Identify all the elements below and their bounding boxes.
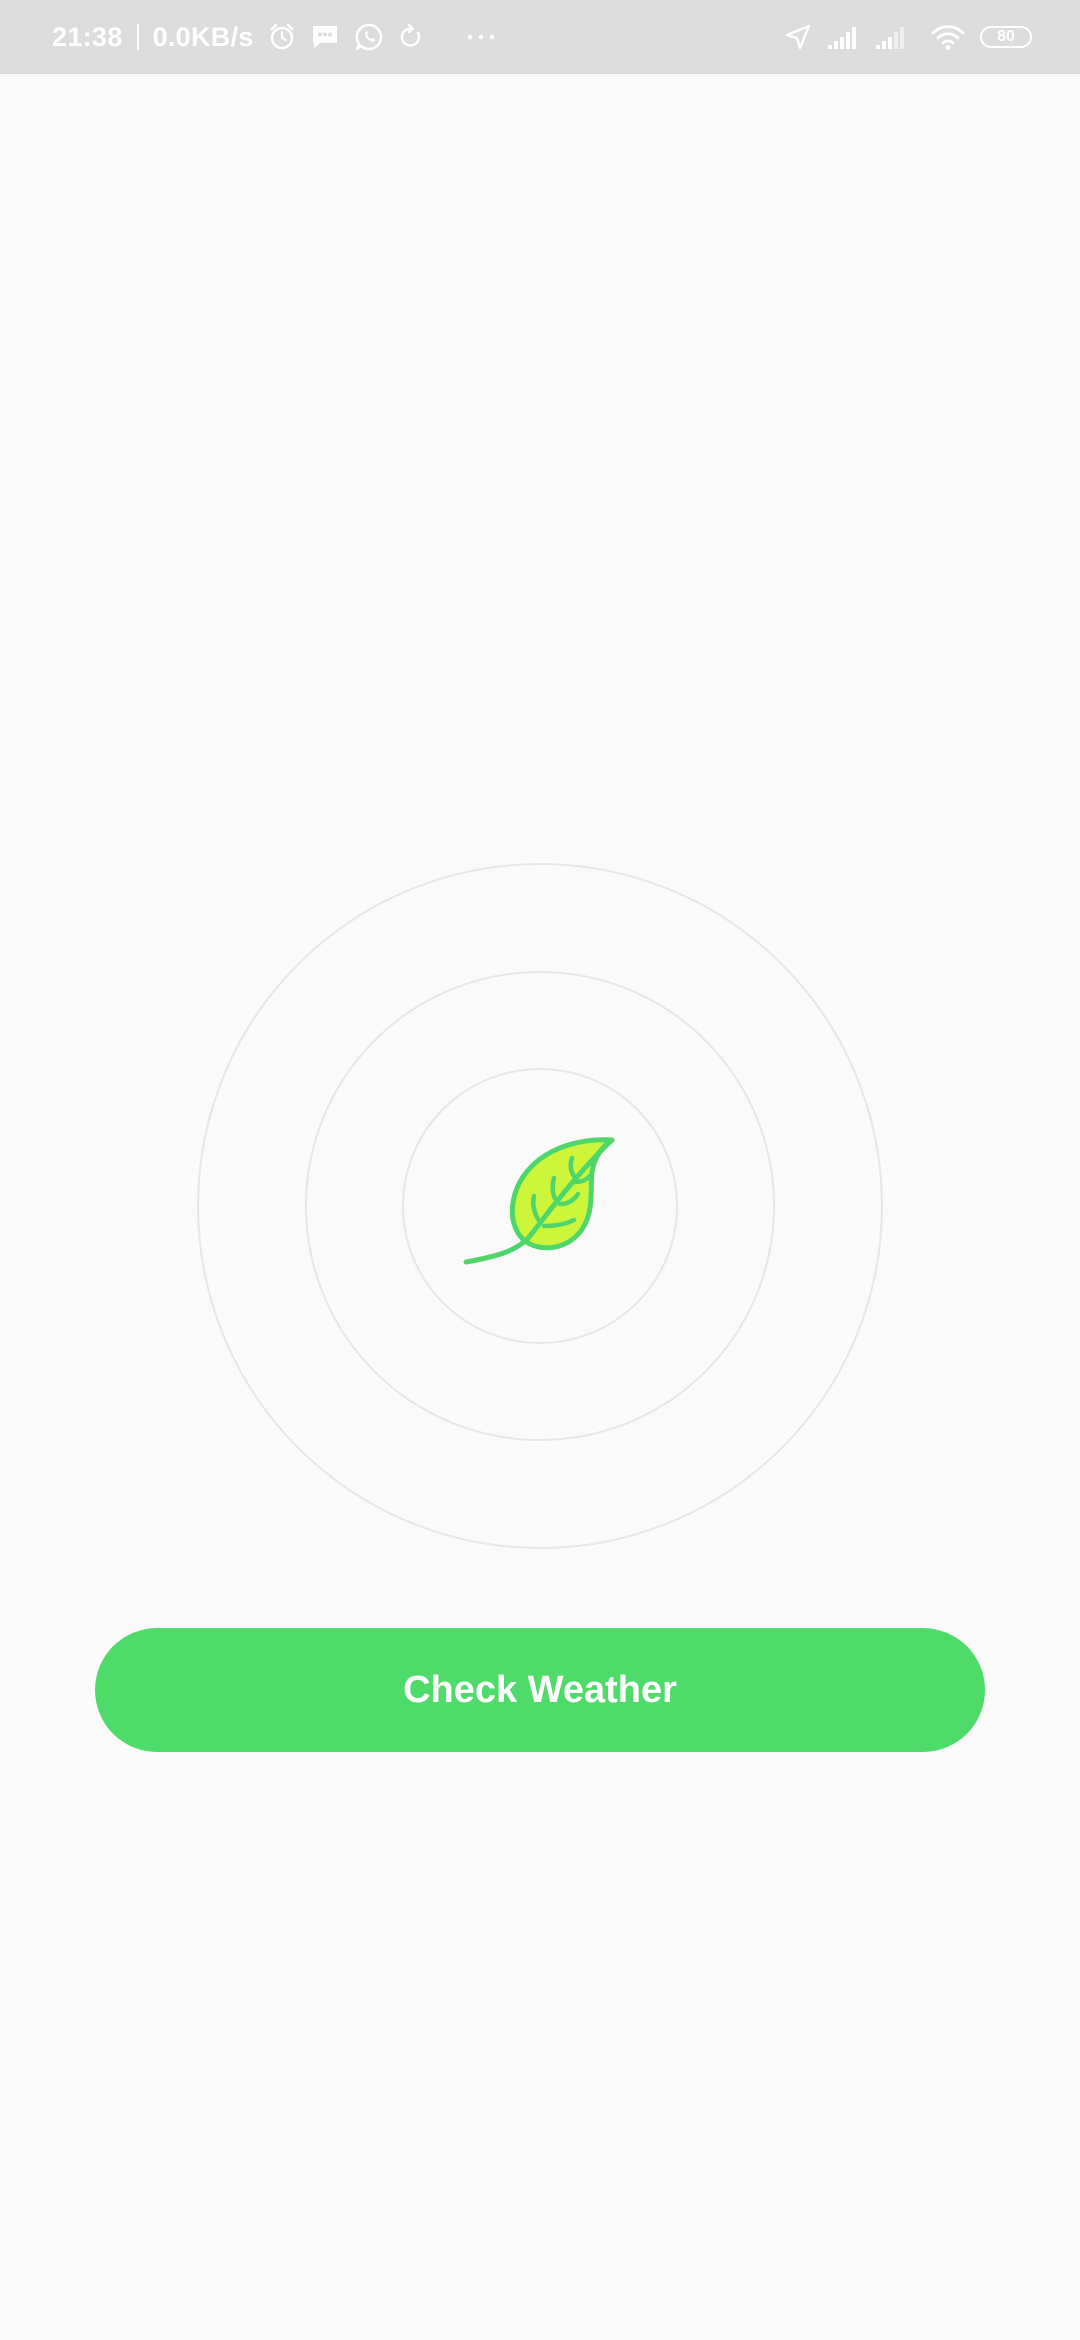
check-weather-button[interactable]: Check Weather xyxy=(95,1628,985,1752)
status-right: 80 xyxy=(784,23,1032,51)
whatsapp-icon xyxy=(354,22,384,52)
status-left: 21:38 0.0KB/s xyxy=(52,22,496,53)
wifi-icon xyxy=(930,23,966,51)
more-dots-icon xyxy=(466,33,496,41)
battery-icon: 80 xyxy=(980,26,1032,48)
status-separator xyxy=(136,24,139,50)
status-bar: 21:38 0.0KB/s 80 xyxy=(0,0,1080,74)
signal-icon-2 xyxy=(874,23,908,51)
sync-icon xyxy=(398,24,424,50)
message-icon xyxy=(310,23,340,51)
location-icon xyxy=(784,23,812,51)
signal-icon xyxy=(826,23,860,51)
status-time: 21:38 xyxy=(52,21,123,52)
status-network-speed: 0.0KB/s xyxy=(152,21,254,52)
alarm-icon xyxy=(268,23,296,51)
leaf-icon xyxy=(463,1137,615,1265)
main-content: Check Weather xyxy=(0,74,1080,2340)
radar-rings xyxy=(197,863,883,1549)
